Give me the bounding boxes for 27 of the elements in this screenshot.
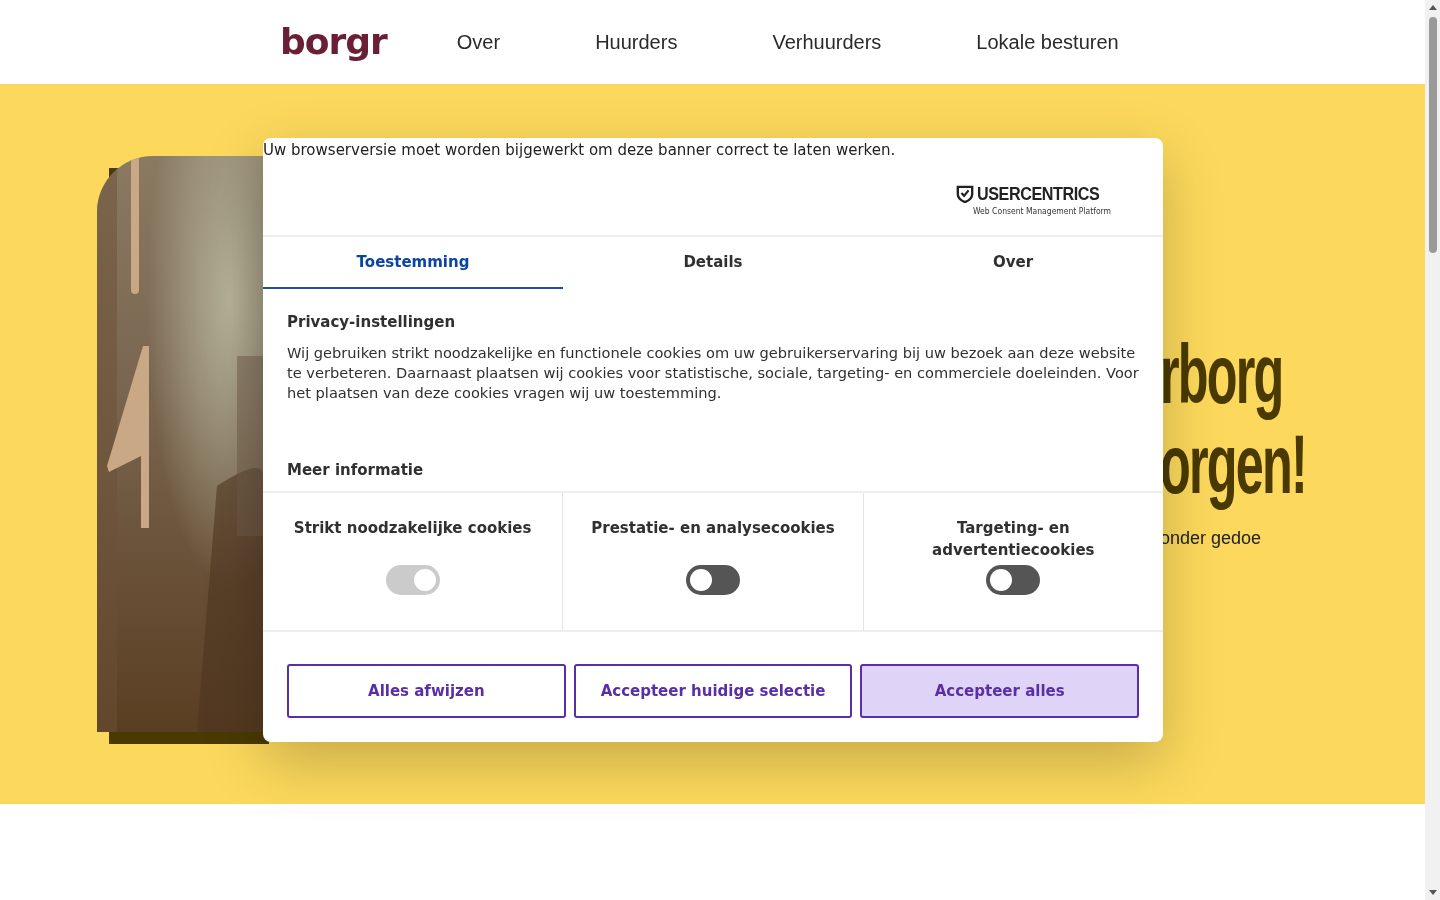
- browser-notice: Uw browserversie moet worden bijgewerkt om deze banner correct te laten werken.: [263, 140, 897, 160]
- scroll-up-icon[interactable]: [1428, 5, 1437, 10]
- scrollbar-thumb[interactable]: [1428, 17, 1437, 253]
- nav-link[interactable]: Verhuurders: [772, 30, 882, 54]
- nav-link[interactable]: Lokale besturen: [976, 30, 1119, 54]
- scroll-down-icon[interactable]: [1428, 890, 1437, 895]
- logo[interactable]: borgr: [280, 24, 387, 60]
- section-title: Privacy-instellingen: [287, 313, 457, 331]
- action-button[interactable]: Accepteer alles: [860, 664, 1139, 718]
- nav-link[interactable]: Over: [456, 30, 501, 54]
- shield-icon: [955, 185, 974, 203]
- action-button[interactable]: Alles afwijzen: [287, 664, 566, 718]
- category-label: Strikt noodzakelijke cookies: [293, 518, 532, 539]
- hero-heading: rborg: [1160, 326, 1283, 423]
- provider-tagline: Web Consent Management Platform: [972, 206, 1111, 217]
- tab[interactable]: Toestemming: [263, 237, 563, 289]
- more-info-heading: Meer informatie: [287, 461, 425, 479]
- toggle-switch[interactable]: [686, 565, 740, 595]
- nav-link[interactable]: Huurders: [595, 30, 678, 54]
- toggle-switch[interactable]: [986, 565, 1041, 595]
- category-label: Targeting- en advertentiecookies: [931, 518, 1096, 561]
- scrollbar[interactable]: [1425, 0, 1440, 900]
- category-label: Prestatie- en analysecookies: [591, 518, 835, 539]
- description: Wij gebruiken strikt noodzakelijke en functionele cookies om uw gebruikerservaring bij uw bezoek aan deze website te verbeteren. Daarnaast plaatsen wij cookies voor statistische, sociale, targeting- en commerciele doeleinden. Voor het plaatsen van deze cookies vragen wij uw toestemming.: [287, 343, 1139, 403]
- tab[interactable]: Over: [863, 237, 1163, 289]
- provider-name: USERCENTRICS: [976, 182, 1099, 206]
- action-button[interactable]: Accepteer huidige selectie: [573, 664, 853, 718]
